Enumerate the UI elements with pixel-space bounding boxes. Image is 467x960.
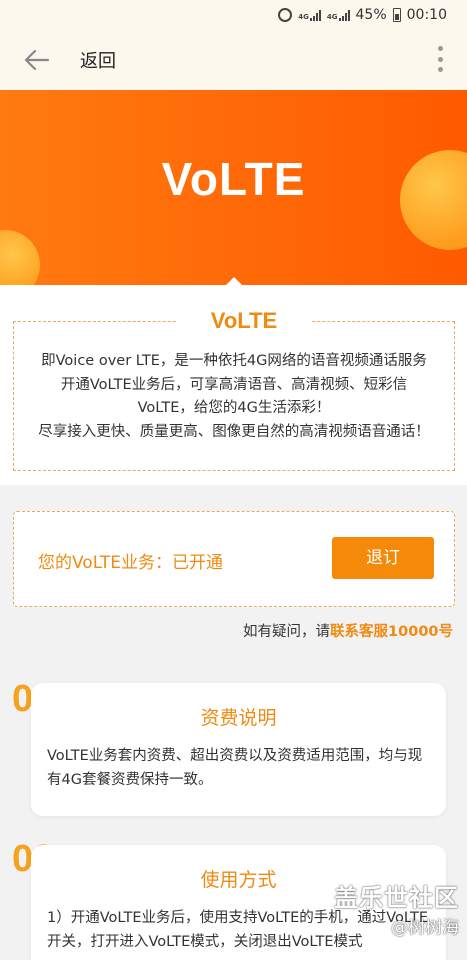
intro-tag: VoLTE	[176, 304, 312, 338]
intro-description: 即Voice over LTE，是一种依托4G网络的语音视频通话服务 开通VoL…	[14, 350, 454, 444]
app-bar: 返回	[0, 30, 467, 90]
service-status-text: 您的VoLTE业务：已开通	[38, 553, 223, 573]
battery-percent: 45%	[355, 7, 387, 23]
intro-notch	[226, 277, 242, 285]
service-status-card: 您的VoLTE业务：已开通 退订	[13, 511, 455, 607]
fee-description-card: 资费说明 VoLTE业务套内资费、超出资费以及资费适用范围，均与现有4G套餐资费…	[31, 683, 446, 816]
intro-line: 即Voice over LTE，是一种依托4G网络的语音视频通话服务	[41, 353, 427, 369]
battery-icon	[392, 8, 401, 22]
back-arrow-icon[interactable]	[24, 48, 50, 72]
contact-prefix: 如有疑问，请	[243, 624, 331, 640]
network-type-2: 4G	[326, 12, 338, 21]
contact-line: 如有疑问，请联系客服10000号	[243, 620, 453, 641]
card-title: 资费说明	[200, 707, 277, 729]
more-options-icon[interactable]	[437, 46, 443, 72]
intro-line: VoLTE，给您的4G生活添彩！	[137, 400, 331, 416]
watermark-author: @树树海	[391, 918, 459, 938]
card-body: VoLTE业务套内资费、超出资费以及资费适用范围，均与现有4G套餐资费保持一致。	[47, 748, 423, 788]
intro-line: 开通VoLTE业务后，可享高清语音、高清视频、短彩信	[60, 376, 408, 393]
watermark: 盖乐世社区 @树树海	[334, 878, 459, 938]
intro-section: VoLTE 即Voice over LTE，是一种依托4G网络的语音视频通话服务…	[0, 277, 467, 485]
contact-customer-service-link[interactable]: 联系客服10000号	[330, 624, 453, 640]
signal-icon: 4G	[298, 9, 321, 21]
hero-title: VoLTE	[161, 153, 306, 205]
decorative-circle	[0, 230, 40, 285]
signal-icon-2: 4G	[326, 9, 350, 21]
intro-box: VoLTE 即Voice over LTE，是一种依托4G网络的语音视频通话服务…	[13, 304, 455, 471]
unsubscribe-button[interactable]: 退订	[332, 537, 434, 579]
alarm-icon	[278, 8, 293, 22]
intro-line: 尽享接入更快、质量更高、图像更自然的高清视频语音通话！	[38, 423, 430, 440]
status-bar: 4G 4G 45% 00:10	[0, 0, 467, 30]
back-label[interactable]: 返回	[80, 47, 116, 73]
clock: 00:10	[406, 7, 447, 23]
hero-banner: VoLTE	[0, 90, 467, 285]
network-type-1: 4G	[298, 12, 309, 21]
watermark-title: 盖乐世社区	[334, 884, 459, 912]
